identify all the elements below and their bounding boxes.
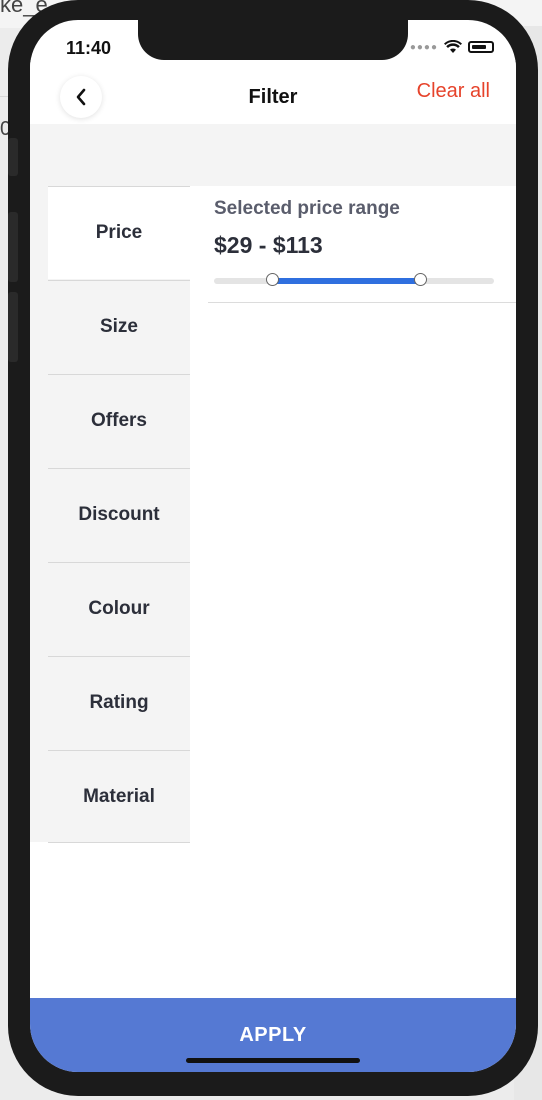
screen: 11:40 ●●●● Filter Clear all Price Size O… xyxy=(30,20,516,1072)
volume-up-button xyxy=(8,212,18,282)
sidebar-item-discount[interactable]: Discount xyxy=(48,468,190,561)
clear-all-button[interactable]: Clear all xyxy=(417,80,490,103)
sidebar-item-rating[interactable]: Rating xyxy=(48,656,190,749)
mute-switch xyxy=(8,138,18,176)
header-band xyxy=(30,124,516,186)
slider-max-handle[interactable] xyxy=(414,273,428,286)
sidebar-item-material[interactable]: Material xyxy=(48,750,190,843)
volume-down-button xyxy=(8,292,18,362)
sidebar-item-size[interactable]: Size xyxy=(48,280,190,373)
sidebar-item-offers[interactable]: Offers xyxy=(48,374,190,467)
price-range-value: $29 - $113 xyxy=(214,232,323,258)
apply-label: APPLY xyxy=(239,1024,307,1046)
price-range-slider[interactable] xyxy=(214,273,494,286)
wifi-icon xyxy=(444,40,462,53)
sidebar-item-price[interactable]: Price xyxy=(48,186,190,279)
home-indicator xyxy=(186,1058,360,1063)
slider-selected-range xyxy=(272,278,422,284)
status-icons: ●●●● xyxy=(410,40,494,54)
price-range-label: Selected price range xyxy=(214,198,400,219)
filter-category-sidebar: Price Size Offers Discount Colour Rating… xyxy=(30,186,190,843)
content-divider xyxy=(208,302,516,303)
notch xyxy=(138,20,408,60)
phone-frame: 11:40 ●●●● Filter Clear all Price Size O… xyxy=(8,0,538,1096)
header: Filter Clear all xyxy=(30,60,516,124)
status-time: 11:40 xyxy=(66,38,112,58)
slider-min-handle[interactable] xyxy=(265,273,279,286)
battery-icon xyxy=(468,41,494,53)
sidebar-item-colour[interactable]: Colour xyxy=(48,562,190,655)
signal-icon: ●●●● xyxy=(409,41,438,53)
